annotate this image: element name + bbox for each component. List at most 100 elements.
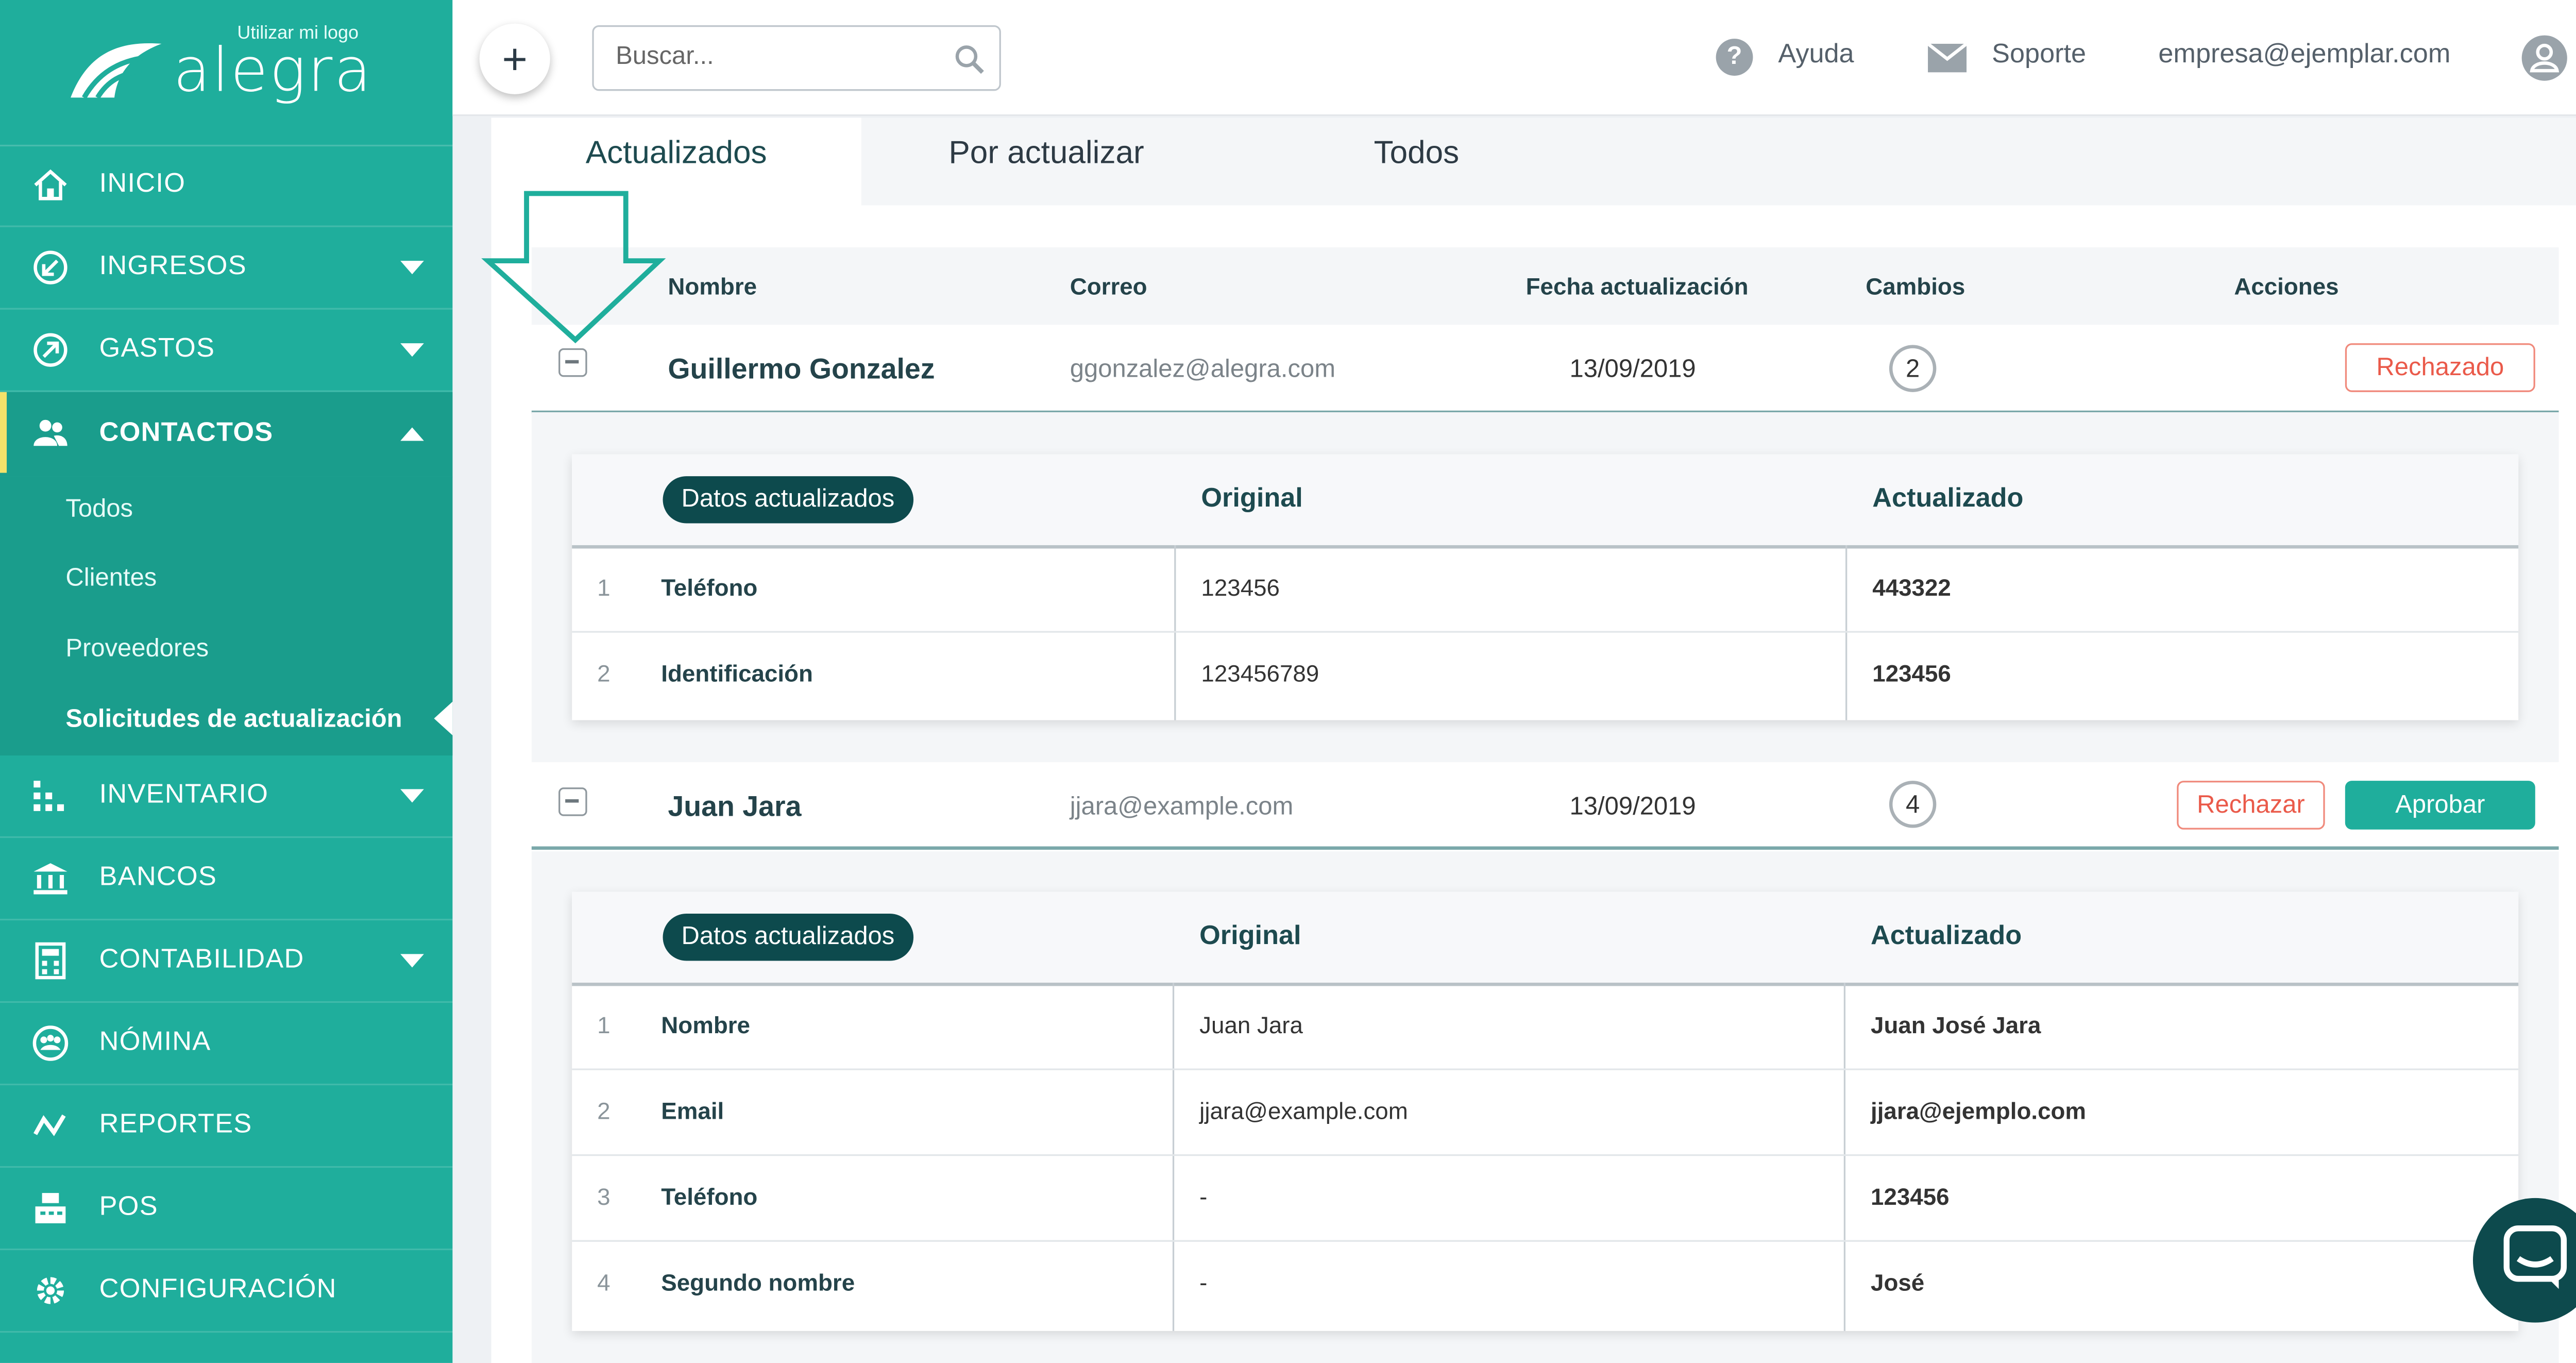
field-name: Email — [661, 1097, 724, 1124]
updated-value: 443322 — [1872, 574, 1951, 601]
collapse-toggle[interactable] — [558, 348, 587, 377]
pos-icon — [35, 1193, 66, 1223]
updated-value: 123456 — [1871, 1183, 1950, 1210]
mail-icon[interactable] — [1928, 43, 1967, 73]
sidebar-item-gastos[interactable]: GASTOS — [0, 310, 453, 392]
detail-row: 2 Email jjara@example.com jjara@ejemplo.… — [572, 1068, 2519, 1156]
sidebar-item-contactos[interactable]: CONTACTOS — [0, 392, 453, 478]
user-email[interactable]: empresa@ejemplar.com — [2158, 40, 2450, 71]
chevron-down-icon — [400, 261, 424, 275]
sidebar-item-label: NÓMINA — [99, 1028, 211, 1057]
support-link[interactable]: Soporte — [1992, 40, 2086, 71]
detail-row: 3 Teléfono - 123456 — [572, 1154, 2519, 1242]
original-value: 123456789 — [1201, 659, 1319, 687]
row-number: 1 — [597, 1011, 611, 1038]
logo-text: alegra — [173, 37, 373, 106]
col-actualizado: Actualizado — [1872, 484, 2024, 513]
submenu-item-proveedores[interactable]: Proveedores — [65, 634, 209, 663]
contacts-icon — [33, 419, 67, 446]
detail-title-pill: Datos actualizados — [663, 476, 913, 524]
changes-count: 2 — [1889, 345, 1937, 392]
submenu-item-solicitudes[interactable]: Solicitudes de actualización — [65, 705, 402, 734]
row-number: 2 — [597, 659, 611, 687]
sidebar-item-inventario[interactable]: INVENTARIO — [0, 755, 453, 838]
chevron-down-icon — [400, 789, 424, 803]
table-row[interactable]: Guillermo Gonzalez ggonzalez@alegra.com … — [531, 326, 2559, 414]
home-icon — [34, 169, 67, 200]
row-number: 1 — [597, 574, 611, 601]
contactos-submenu: Todos Clientes Proveedores Solicitudes d… — [0, 476, 453, 756]
sidebar-item-reportes[interactable]: REPORTES — [0, 1085, 453, 1168]
col-actualizado: Actualizado — [1871, 922, 2022, 951]
detail-row: 1 Teléfono 123456 443322 — [572, 545, 2519, 633]
add-button[interactable]: + — [479, 23, 550, 94]
sidebar: Utilizar mi logo alegra INICIO INGRESOS … — [0, 0, 453, 1363]
sidebar-item-label: POS — [99, 1193, 158, 1222]
field-name: Segundo nombre — [661, 1269, 855, 1296]
col-original: Original — [1201, 484, 1303, 513]
original-value: 123456 — [1201, 574, 1280, 601]
sidebar-item-label: CONTACTOS — [99, 419, 274, 448]
sidebar-item-label: INGRESOS — [99, 252, 247, 281]
sidebar-item-nomina[interactable]: NÓMINA — [0, 1003, 453, 1086]
header-cambios[interactable]: Cambios — [1866, 273, 1965, 299]
sidebar-item-pos[interactable]: POS — [0, 1168, 453, 1251]
sidebar-item-label: INVENTARIO — [99, 781, 269, 810]
sidebar-item-contabilidad[interactable]: CONTABILIDAD — [0, 920, 453, 1003]
header-correo[interactable]: Correo — [1070, 273, 1147, 299]
contact-email: jjara@example.com — [1070, 792, 1294, 821]
approve-button[interactable]: Aprobar — [2345, 781, 2535, 830]
field-name: Teléfono — [661, 1183, 758, 1210]
user-avatar[interactable] — [2521, 35, 2567, 81]
search-icon[interactable] — [954, 44, 986, 76]
original-value: Juan Jara — [1199, 1011, 1303, 1038]
logo[interactable]: Utilizar mi logo alegra — [0, 0, 453, 147]
updated-value: 123456 — [1872, 659, 1951, 687]
logo-mark-icon — [71, 43, 162, 99]
field-name: Identificación — [661, 659, 813, 687]
detail-row: 4 Segundo nombre - José — [572, 1240, 2518, 1326]
payroll-icon — [32, 1025, 69, 1061]
contact-name: Guillermo Gonzalez — [668, 353, 935, 385]
search-input[interactable] — [612, 40, 939, 73]
col-original: Original — [1199, 922, 1301, 951]
sidebar-item-label: REPORTES — [99, 1110, 252, 1139]
detail-header: Datos actualizados Original Actualizado — [572, 891, 2519, 986]
field-name: Nombre — [661, 1011, 751, 1038]
tab-por-actualizar[interactable]: Por actualizar — [861, 118, 1231, 206]
detail-header: Datos actualizados Original Actualizado — [572, 454, 2519, 549]
tabs-bar: Actualizados Por actualizar Todos — [491, 117, 2576, 206]
tab-todos[interactable]: Todos — [1231, 118, 1601, 206]
inventory-icon — [33, 781, 64, 811]
collapse-toggle[interactable] — [558, 787, 587, 816]
sidebar-item-configuracion[interactable]: CONFIGURACIÓN — [0, 1250, 453, 1333]
original-value: - — [1199, 1183, 1208, 1210]
chevron-down-icon — [400, 343, 424, 357]
header-fecha[interactable]: Fecha actualización — [1526, 273, 1749, 299]
changes-count: 4 — [1889, 781, 1937, 828]
submenu-item-todos[interactable]: Todos — [65, 495, 133, 524]
sidebar-item-bancos[interactable]: BANCOS — [0, 838, 453, 921]
contact-email: ggonzalez@alegra.com — [1070, 355, 1336, 384]
row-number: 2 — [597, 1097, 611, 1124]
table-header: Nombre Correo Fecha actualización Cambio… — [531, 247, 2559, 325]
update-date: 13/09/2019 — [1569, 355, 1696, 384]
chevron-down-icon — [400, 954, 424, 968]
sidebar-item-inicio[interactable]: INICIO — [0, 145, 453, 227]
reports-icon — [33, 1114, 66, 1136]
updated-value: José — [1871, 1269, 1925, 1296]
submenu-item-clientes[interactable]: Clientes — [65, 564, 157, 593]
field-name: Teléfono — [661, 574, 758, 601]
header-nombre[interactable]: Nombre — [668, 273, 757, 299]
gear-icon — [37, 1277, 64, 1304]
sidebar-item-ingresos[interactable]: INGRESOS — [0, 227, 453, 310]
detail-table: Datos actualizados Original Actualizado … — [572, 454, 2519, 720]
help-link[interactable]: Ayuda — [1778, 40, 1854, 71]
sidebar-item-label: GASTOS — [99, 334, 215, 364]
sidebar-item-label: CONTABILIDAD — [99, 946, 304, 974]
table-row[interactable]: Juan Jara jjara@example.com 13/09/2019 4… — [531, 762, 2559, 850]
user-icon — [2530, 43, 2560, 73]
help-icon[interactable]: ? — [1716, 39, 1753, 76]
active-pointer — [434, 701, 453, 735]
reject-button[interactable]: Rechazar — [2177, 781, 2325, 830]
